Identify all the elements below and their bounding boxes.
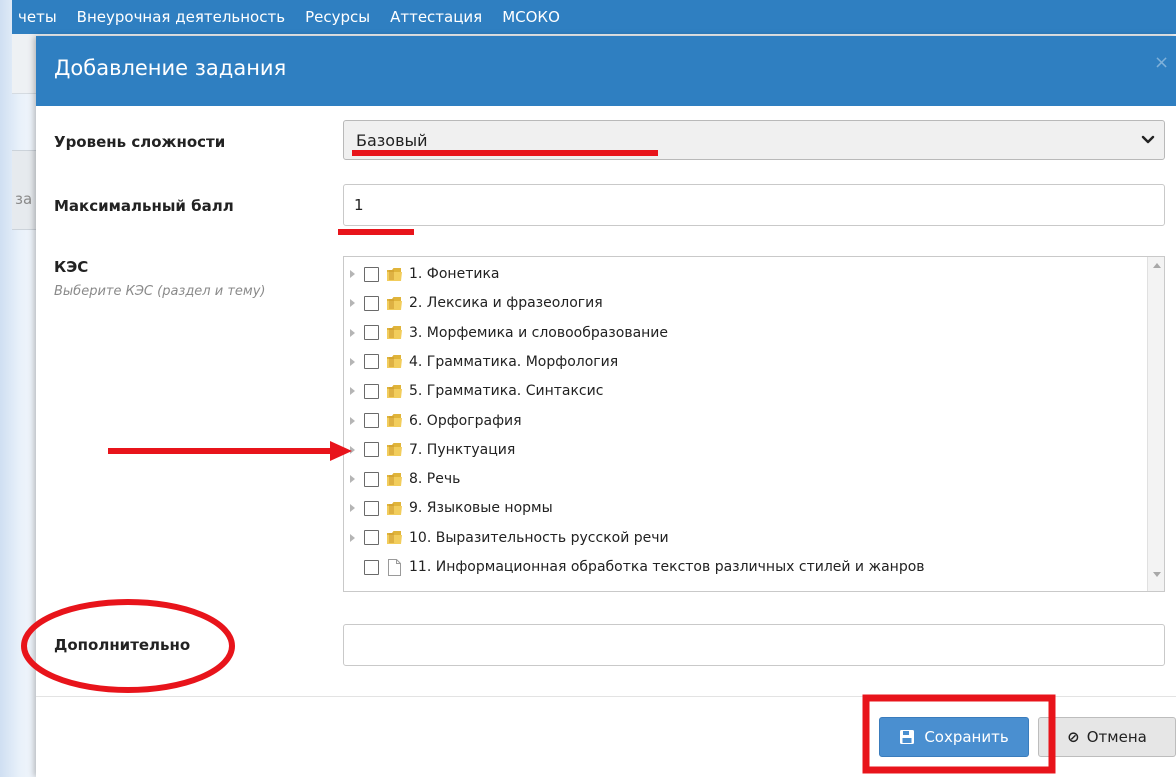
modal-title: Добавление задания [54,56,287,80]
expand-arrow-icon[interactable] [350,270,355,278]
nav-item-reports[interactable]: четы [18,8,57,26]
save-button[interactable]: Сохранить [879,717,1029,757]
folder-icon [387,414,402,427]
tree-node-label: 11. Информационная обработка текстов раз… [409,559,925,575]
tree-node[interactable]: 1. Фонетика [350,261,1130,287]
expand-arrow-icon[interactable] [350,416,355,425]
expand-arrow-icon[interactable] [350,475,355,484]
folder-icon [387,267,402,281]
tree-node[interactable]: 2. Лексика и фразеология [350,290,1130,316]
checkbox[interactable] [364,559,379,575]
max-score-label: Максимальный балл [54,197,234,215]
kes-tree[interactable]: 1. Фонетика 2. Лексика и фразеология 3. Мо… [343,256,1165,592]
checkbox[interactable] [364,530,379,546]
checkbox[interactable] [364,383,379,399]
folder-icon [387,501,402,515]
tree-node-label: 9. Языковые нормы [409,500,553,517]
folder-icon [387,531,402,545]
tree-node[interactable]: 7. Пунктуация [350,437,1130,463]
tree-node-label: 8. Речь [409,471,461,488]
tree-node-label: 5. Грамматика. Синтаксис [409,383,604,400]
expand-arrow-icon[interactable] [350,328,355,337]
extra-input[interactable] [343,624,1165,666]
max-score-input[interactable]: 1 [343,184,1165,226]
document-icon [388,558,401,576]
tree-node[interactable]: 10. Выразительность русской речи [350,525,1130,551]
save-icon [900,730,915,744]
top-navigation: четы Внеурочная деятельность Ресурсы Атт… [12,0,1176,34]
expand-arrow-icon[interactable] [350,504,355,513]
tree-node-label: 2. Лексика и фразеология [409,295,603,312]
background-text-fragment: за [15,190,33,208]
tree-node-label: 10. Выразительность русской речи [409,529,669,546]
checkbox[interactable] [364,325,379,341]
checkbox[interactable] [364,295,379,311]
folder-icon [387,296,402,310]
tree-node[interactable]: 3. Морфемика и словообразование [350,320,1130,346]
tree-node-label: 4. Грамматика. Морфология [409,353,619,370]
expand-arrow-icon[interactable] [350,445,355,454]
scroll-up-icon[interactable] [1153,263,1161,268]
tree-node-label: 6. Орфография [409,412,522,429]
tree-node[interactable]: 6. Орфография [350,408,1130,434]
difficulty-value: Базовый [356,131,428,150]
tree-node[interactable]: 4. Грамматика. Морфология [350,349,1130,375]
checkbox[interactable] [364,471,379,487]
checkbox[interactable] [364,354,379,370]
checkbox[interactable] [364,413,379,428]
tree-node-label: 3. Морфемика и словообразование [409,324,669,341]
nav-item-extracurricular[interactable]: Внеурочная деятельность [77,8,285,26]
checkbox[interactable] [364,500,379,516]
cancel-button-label: Отмена [1086,728,1147,746]
folder-icon [387,384,402,398]
tree-node[interactable]: 9. Языковые нормы [350,495,1130,521]
difficulty-label: Уровень сложности [54,133,226,151]
tree-node-label: 1. Фонетика [409,266,500,282]
nav-item-msoko[interactable]: МСОКО [502,8,560,26]
tree-node[interactable]: 5. Грамматика. Синтаксис [350,378,1130,404]
kes-hint: Выберите КЭС (раздел и тему) [54,284,266,299]
cancel-button[interactable]: ⊘ Отмена [1038,717,1176,757]
folder-icon [387,472,402,486]
folder-icon [387,326,402,340]
close-icon[interactable]: × [1154,52,1169,73]
extra-label: Дополнительно [54,636,191,654]
checkbox[interactable] [364,442,379,458]
save-button-label: Сохранить [924,728,1009,746]
checkbox[interactable] [364,266,379,282]
footer-divider [36,696,1176,697]
nav-item-resources[interactable]: Ресурсы [305,8,370,26]
folder-icon [387,443,402,457]
add-task-modal: Добавление задания × Уровень сложности Б… [36,36,1176,777]
tree-scrollbar[interactable] [1147,257,1164,591]
expand-arrow-icon[interactable] [350,387,355,396]
modal-header: Добавление задания × [36,36,1176,106]
difficulty-select[interactable]: Базовый [343,120,1165,160]
tree-node-label: 7. Пунктуация [409,441,516,458]
ban-icon: ⊘ [1067,728,1080,746]
nav-item-attestation[interactable]: Аттестация [390,8,482,26]
tree-node[interactable]: 8. Речь [350,466,1130,492]
chevron-down-icon [1141,135,1155,144]
expand-arrow-icon[interactable] [350,533,355,542]
scroll-down-icon[interactable] [1153,572,1161,577]
kes-label: КЭС [54,258,89,276]
folder-icon [387,355,402,369]
tree-node[interactable]: 11. Информационная обработка текстов раз… [350,554,1130,580]
expand-arrow-icon[interactable] [350,299,355,308]
expand-arrow-icon[interactable] [350,357,355,366]
